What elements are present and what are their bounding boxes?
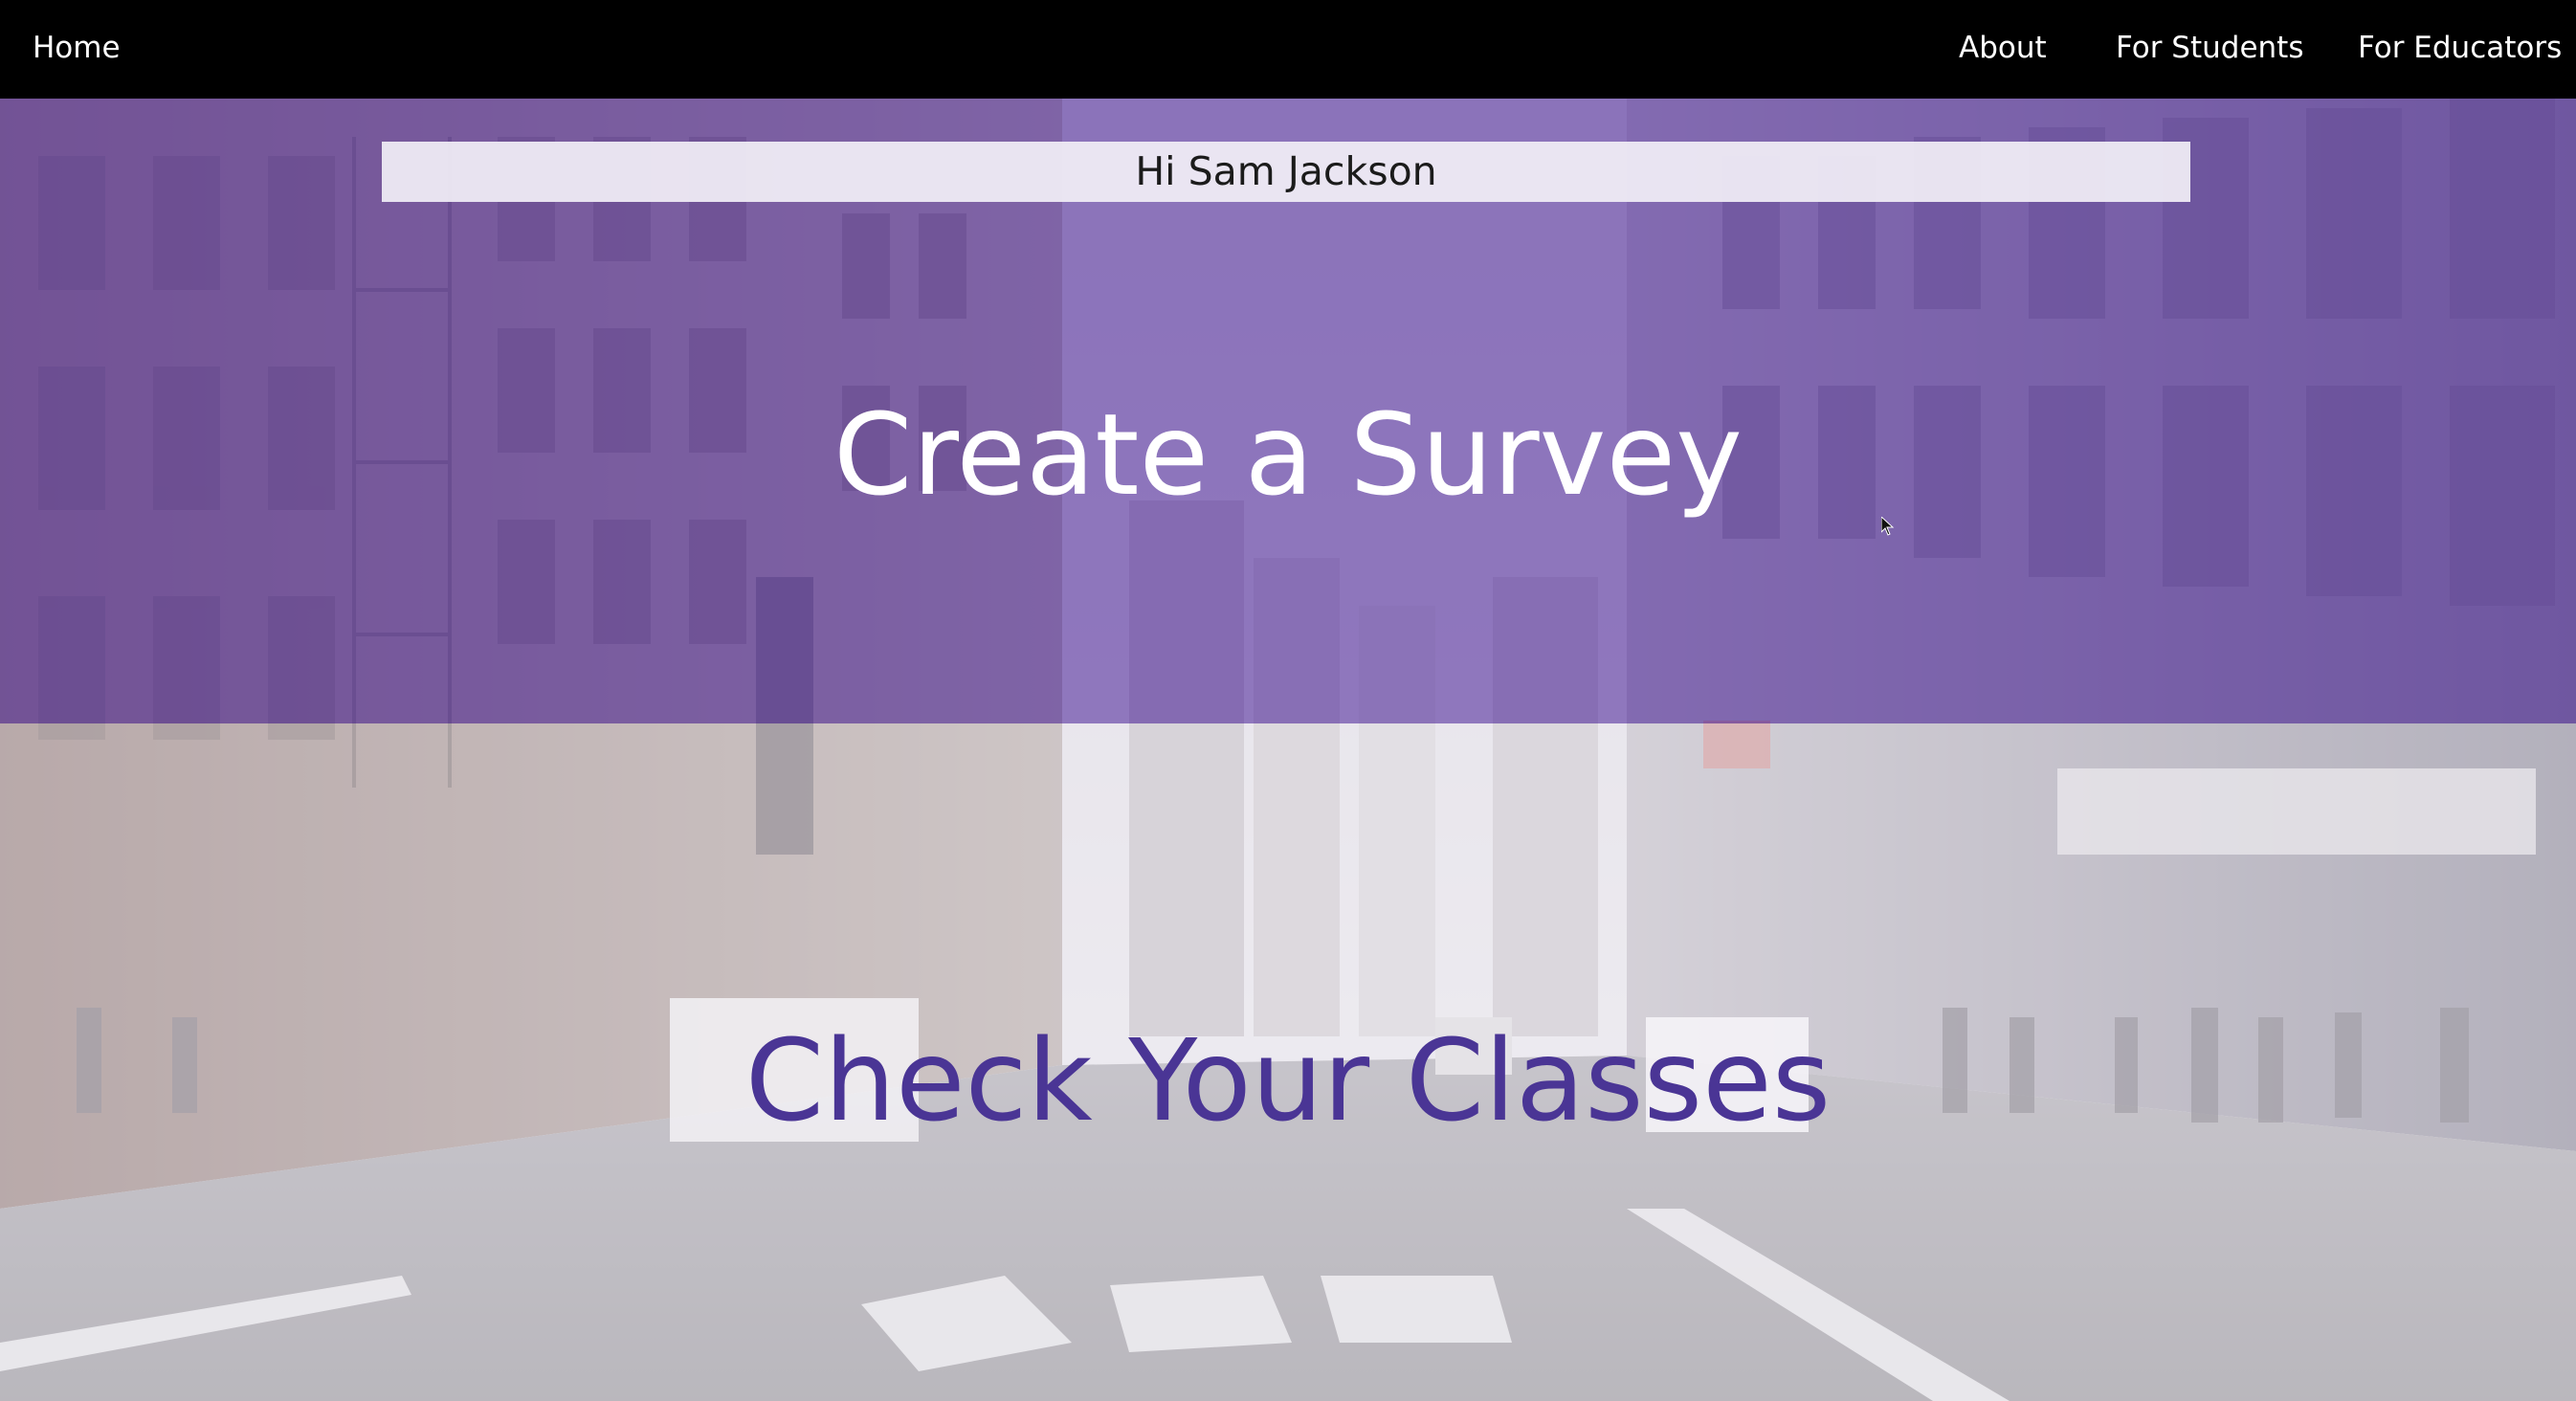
nav-home-link[interactable]: Home (33, 0, 121, 99)
greeting-banner: Hi Sam Jackson (382, 142, 2190, 202)
page: Home About For Students For Educators Hi… (0, 0, 2576, 1401)
nav-students-link[interactable]: For Students (2116, 0, 2303, 99)
nav-educators-link[interactable]: For Educators (2358, 0, 2562, 99)
top-nav-bar: Home About For Students For Educators (0, 0, 2576, 99)
nav-about-link[interactable]: About (1959, 0, 2047, 99)
mouse-cursor-icon (1880, 515, 1895, 536)
check-classes-link[interactable]: Check Your Classes (0, 1004, 2576, 1157)
create-survey-link[interactable]: Create a Survey (0, 378, 2576, 531)
